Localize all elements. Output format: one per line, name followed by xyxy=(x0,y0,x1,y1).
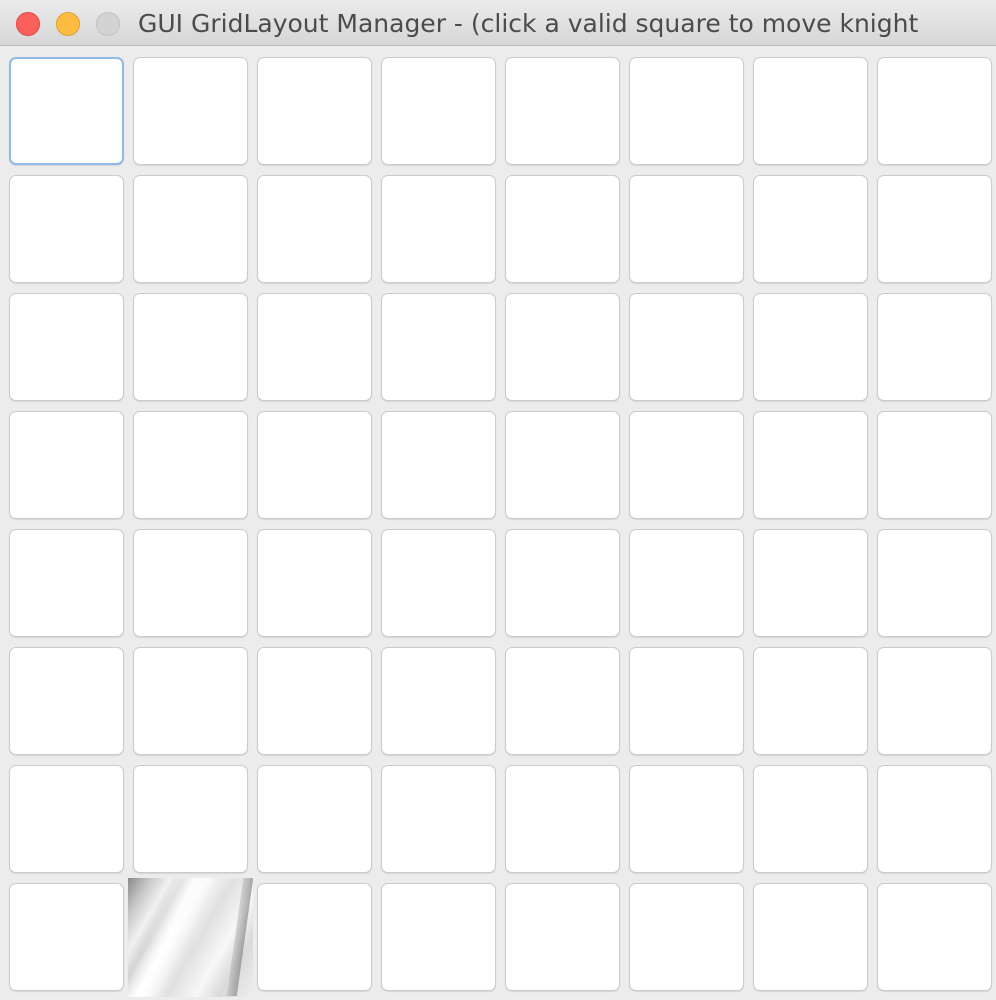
board-square-r1-c5[interactable] xyxy=(505,57,620,165)
board-square-r5-c7[interactable] xyxy=(753,529,868,637)
board-square-r1-c7[interactable] xyxy=(753,57,868,165)
board-square-r7-c6[interactable] xyxy=(629,765,744,873)
board-square-r8-c4[interactable] xyxy=(381,883,496,991)
board-square-r5-c1[interactable] xyxy=(9,529,124,637)
close-window-button[interactable] xyxy=(16,12,40,36)
board-square-r5-c6[interactable] xyxy=(629,529,744,637)
board-square-r6-c6[interactable] xyxy=(629,647,744,755)
board-square-r1-c2[interactable] xyxy=(133,57,248,165)
board-square-r8-c7[interactable] xyxy=(753,883,868,991)
board-square-r7-c4[interactable] xyxy=(381,765,496,873)
board-square-r2-c8[interactable] xyxy=(877,175,992,283)
window-title: GUI GridLayout Manager - (click a valid … xyxy=(138,9,919,38)
board-square-r8-c5[interactable] xyxy=(505,883,620,991)
board-square-r7-c7[interactable] xyxy=(753,765,868,873)
minimize-window-button[interactable] xyxy=(56,12,80,36)
board-square-r1-c4[interactable] xyxy=(381,57,496,165)
board-square-r3-c8[interactable] xyxy=(877,293,992,401)
board-square-r1-c1[interactable] xyxy=(9,57,124,165)
board-square-r2-c2[interactable] xyxy=(133,175,248,283)
board-square-r2-c1[interactable] xyxy=(9,175,124,283)
board-square-r6-c5[interactable] xyxy=(505,647,620,755)
board-square-r7-c1[interactable] xyxy=(9,765,124,873)
board-square-r2-c7[interactable] xyxy=(753,175,868,283)
board-square-r4-c8[interactable] xyxy=(877,411,992,519)
board-square-r5-c4[interactable] xyxy=(381,529,496,637)
board-square-r7-c3[interactable] xyxy=(257,765,372,873)
board-square-r3-c4[interactable] xyxy=(381,293,496,401)
knight-board xyxy=(5,53,995,997)
board-square-r5-c3[interactable] xyxy=(257,529,372,637)
board-square-r5-c5[interactable] xyxy=(505,529,620,637)
board-square-r2-c6[interactable] xyxy=(629,175,744,283)
board-square-r3-c2[interactable] xyxy=(133,293,248,401)
board-square-r8-c8[interactable] xyxy=(877,883,992,991)
board-square-r8-c1[interactable] xyxy=(9,883,124,991)
board-square-r4-c5[interactable] xyxy=(505,411,620,519)
zoom-window-button[interactable] xyxy=(96,12,120,36)
board-square-r5-c2[interactable] xyxy=(133,529,248,637)
board-square-r1-c3[interactable] xyxy=(257,57,372,165)
board-square-r6-c8[interactable] xyxy=(877,647,992,755)
board-square-r7-c2[interactable] xyxy=(133,765,248,873)
board-square-r2-c3[interactable] xyxy=(257,175,372,283)
title-bar[interactable]: GUI GridLayout Manager - (click a valid … xyxy=(0,0,996,46)
board-square-r1-c6[interactable] xyxy=(629,57,744,165)
board-square-r4-c6[interactable] xyxy=(629,411,744,519)
board-square-r2-c5[interactable] xyxy=(505,175,620,283)
board-square-r3-c6[interactable] xyxy=(629,293,744,401)
board-square-r5-c8[interactable] xyxy=(877,529,992,637)
board-square-r4-c2[interactable] xyxy=(133,411,248,519)
board-square-r4-c7[interactable] xyxy=(753,411,868,519)
board-square-r1-c8[interactable] xyxy=(877,57,992,165)
board-square-r8-c6[interactable] xyxy=(629,883,744,991)
board-square-r6-c3[interactable] xyxy=(257,647,372,755)
board-square-r3-c7[interactable] xyxy=(753,293,868,401)
board-square-r4-c4[interactable] xyxy=(381,411,496,519)
board-square-r6-c4[interactable] xyxy=(381,647,496,755)
board-square-r6-c7[interactable] xyxy=(753,647,868,755)
board-square-r6-c1[interactable] xyxy=(9,647,124,755)
board-square-r6-c2[interactable] xyxy=(133,647,248,755)
board-square-r3-c5[interactable] xyxy=(505,293,620,401)
board-square-r2-c4[interactable] xyxy=(381,175,496,283)
board-square-r4-c3[interactable] xyxy=(257,411,372,519)
app-window: GUI GridLayout Manager - (click a valid … xyxy=(0,0,996,1000)
board-square-r7-c8[interactable] xyxy=(877,765,992,873)
board-square-r8-c2[interactable] xyxy=(128,878,253,997)
board-square-r3-c1[interactable] xyxy=(9,293,124,401)
board-square-r7-c5[interactable] xyxy=(505,765,620,873)
knight-image-icon xyxy=(128,878,253,997)
board-square-r4-c1[interactable] xyxy=(9,411,124,519)
board-square-r8-c3[interactable] xyxy=(257,883,372,991)
board-square-r3-c3[interactable] xyxy=(257,293,372,401)
